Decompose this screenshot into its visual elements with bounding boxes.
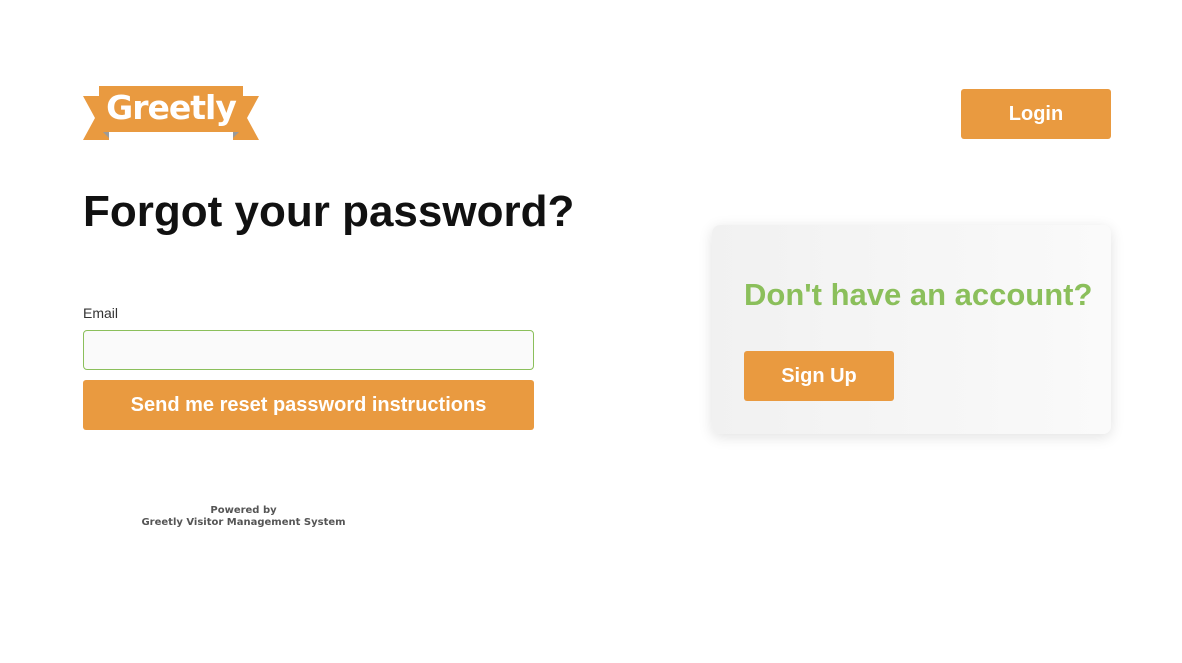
forgot-password-page: Greetly Login Forgot your password? Emai… xyxy=(0,0,1182,663)
powered-by-footer: Powered by Greetly Visitor Management Sy… xyxy=(83,505,404,529)
send-reset-instructions-button[interactable]: Send me reset password instructions xyxy=(83,380,534,430)
system-name-label: Greetly Visitor Management System xyxy=(141,517,346,528)
sign-up-button[interactable]: Sign Up xyxy=(744,351,894,401)
signup-card: Don't have an account? Sign Up xyxy=(712,225,1111,434)
greetly-logo[interactable]: Greetly xyxy=(83,86,259,140)
page-title: Forgot your password? xyxy=(83,187,575,236)
signup-heading: Don't have an account? xyxy=(744,277,1093,312)
email-label: Email xyxy=(83,305,119,321)
logo-text: Greetly xyxy=(106,88,237,127)
powered-by-label: Powered by xyxy=(210,505,277,516)
login-button[interactable]: Login xyxy=(961,89,1111,139)
email-field[interactable] xyxy=(83,330,534,370)
